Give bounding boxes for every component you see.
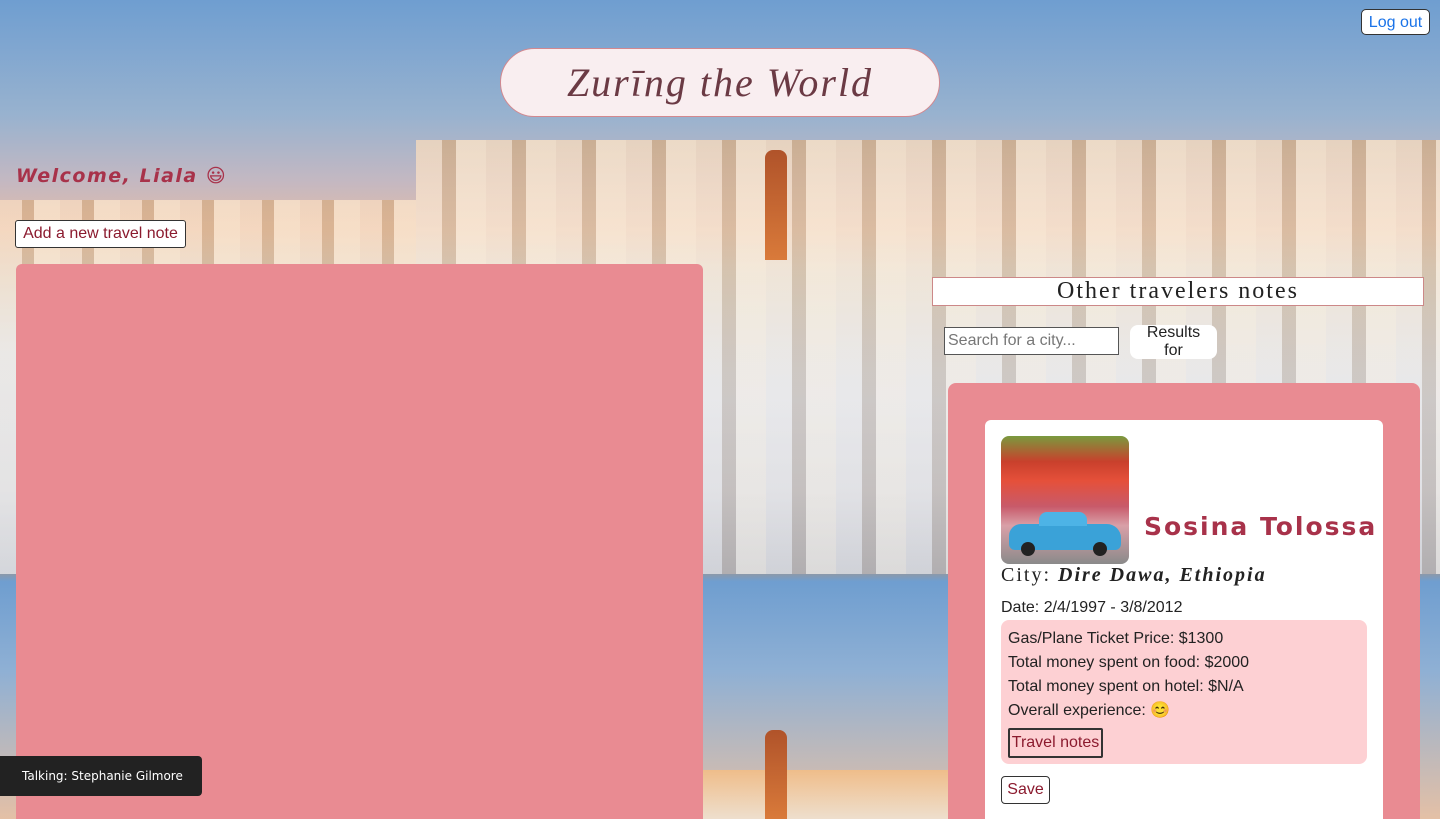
- food-cost: Total money spent on food: $2000: [1008, 654, 1250, 671]
- car-wheel: [1093, 542, 1107, 556]
- traveler-photo: [1001, 436, 1129, 564]
- church-tower: [765, 150, 787, 260]
- welcome-message: Welcome, Liala 😃: [16, 165, 227, 187]
- experience-label: Overall experience:: [1008, 702, 1146, 719]
- smile-emoji-icon: 😃: [205, 165, 228, 187]
- other-travelers-header: Other travelers notes: [932, 277, 1424, 306]
- background-photo-bottom: [703, 770, 948, 819]
- city-search-input[interactable]: [944, 327, 1119, 355]
- hotel-cost: Total money spent on hotel: $N/A: [1008, 678, 1244, 695]
- app-title: Zurīng the World: [566, 60, 874, 105]
- results-for-button[interactable]: Results for: [1130, 324, 1217, 359]
- my-notes-panel: [16, 264, 703, 819]
- logout-button[interactable]: Log out: [1361, 9, 1430, 35]
- save-button[interactable]: Save: [1001, 776, 1050, 804]
- city-value: Dire Dawa, Ethiopia: [1058, 564, 1267, 586]
- city-prefix: City:: [1001, 564, 1052, 586]
- church-tower-bottom: [765, 730, 787, 819]
- other-travelers-heading: Other travelers notes: [1057, 278, 1299, 304]
- travel-note-card: Sosina Tolossa City: Dire Dawa, Ethiopia…: [985, 420, 1383, 819]
- travel-notes-button[interactable]: Travel notes: [1008, 728, 1103, 758]
- overall-experience: Overall experience: 😊: [1008, 700, 1360, 724]
- car-wheel: [1021, 542, 1035, 556]
- trip-costs-box: Gas/Plane Ticket Price: $1300 Total mone…: [1001, 620, 1367, 764]
- add-travel-note-button[interactable]: Add a new travel note: [15, 220, 186, 248]
- talking-indicator: Talking: Stephanie Gilmore: [0, 756, 202, 796]
- traveler-name: Sosina Tolossa: [1144, 512, 1378, 541]
- app-title-banner: Zurīng the World: [500, 48, 940, 117]
- experience-emoji-icon: 😊: [1150, 702, 1171, 719]
- welcome-text: Welcome, Liala: [16, 165, 198, 187]
- trip-dates: Date: 2/4/1997 - 3/8/2012: [1001, 599, 1183, 616]
- ticket-price: Gas/Plane Ticket Price: $1300: [1008, 630, 1224, 647]
- city-line: City: Dire Dawa, Ethiopia: [1001, 564, 1267, 587]
